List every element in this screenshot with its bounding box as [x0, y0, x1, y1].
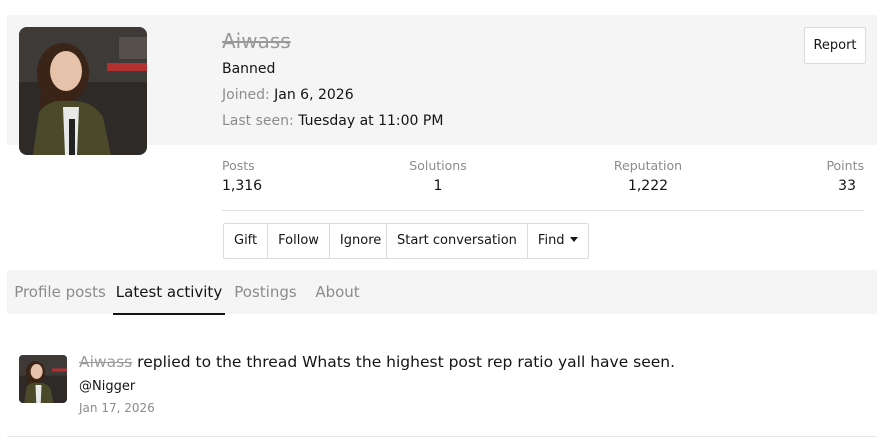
- caret-down-icon: [569, 237, 578, 242]
- report-button[interactable]: Report: [804, 27, 866, 64]
- activity-username[interactable]: Aiwass: [79, 353, 132, 371]
- tab-latest-activity[interactable]: Latest activity: [113, 270, 225, 315]
- user-title: Banned: [222, 61, 276, 77]
- member-actions-group: Gift Follow Ignore: [223, 223, 393, 259]
- tab-about[interactable]: About: [306, 270, 369, 314]
- find-label: Find: [537, 233, 565, 248]
- stat-posts[interactable]: Posts 1,316: [222, 158, 262, 194]
- stat-solutions[interactable]: Solutions 1: [398, 158, 478, 194]
- last-seen-info: Last seen: Tuesday at 11:00 PM: [222, 113, 443, 129]
- stat-points[interactable]: Points 33: [804, 158, 864, 194]
- activity-headline: Aiwass replied to the thread Whats the h…: [79, 353, 675, 371]
- activity-snippet: @Nigger: [79, 379, 136, 394]
- follow-button[interactable]: Follow: [268, 224, 330, 258]
- activity-avatar[interactable]: [19, 355, 67, 403]
- stat-reputation[interactable]: Reputation 1,222: [598, 158, 698, 194]
- last-seen-time[interactable]: Tuesday at 11:00 PM: [298, 113, 443, 129]
- stat-label: Points: [826, 158, 864, 173]
- activity-date[interactable]: Jan 17, 2026: [79, 401, 155, 415]
- tab-profile-posts[interactable]: Profile posts: [7, 270, 113, 314]
- joined-date: Jan 6, 2026: [274, 87, 354, 103]
- stat-value: 1: [433, 178, 443, 194]
- stat-value: 33: [838, 178, 856, 194]
- last-seen-label: Last seen:: [222, 113, 294, 129]
- ignore-button[interactable]: Ignore: [330, 224, 391, 258]
- stat-value: 1,316: [222, 178, 263, 194]
- tab-postings[interactable]: Postings: [225, 270, 306, 314]
- stat-label: Posts: [222, 158, 255, 173]
- joined-label: Joined:: [222, 87, 270, 103]
- activity-thread-link[interactable]: replied to the thread Whats the highest …: [132, 353, 675, 371]
- profile-username[interactable]: Aiwass: [222, 29, 291, 53]
- avatar-photo-icon: [19, 27, 147, 155]
- stats-divider: [222, 210, 864, 211]
- start-conversation-button[interactable]: Start conversation: [387, 224, 528, 258]
- find-dropdown-button[interactable]: Find: [528, 224, 588, 258]
- gift-button[interactable]: Gift: [224, 224, 269, 258]
- joined-info: Joined: Jan 6, 2026: [222, 87, 354, 103]
- stat-value: 1,222: [627, 178, 669, 194]
- activity-divider: [7, 436, 877, 437]
- conversation-actions-group: Start conversation Find: [386, 223, 589, 259]
- stat-label: Solutions: [409, 158, 467, 173]
- stat-label: Reputation: [613, 158, 683, 173]
- avatar-photo-icon: [19, 355, 67, 403]
- profile-avatar[interactable]: [19, 27, 147, 155]
